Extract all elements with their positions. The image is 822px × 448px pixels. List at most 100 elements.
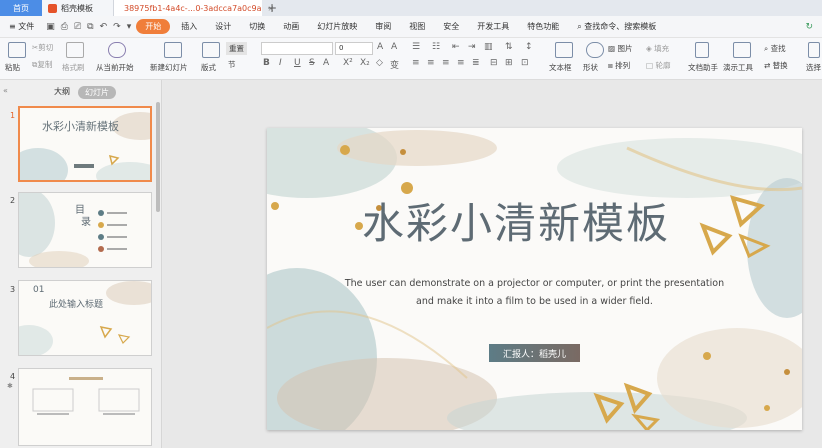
replace-button[interactable]: ⇄ 替换 <box>764 60 788 71</box>
slide-subtitle-line-2[interactable]: and make it into a film to be used in a … <box>267 296 802 307</box>
new-slide-icon[interactable] <box>164 42 182 58</box>
redo-icon[interactable]: ↷ <box>110 22 124 32</box>
print-preview-icon[interactable]: ⎙ <box>58 22 71 32</box>
slide-thumb-3[interactable]: 01 此处输入标题 <box>18 280 152 356</box>
justify-icon[interactable]: ≡ <box>457 58 465 68</box>
text-box-button[interactable]: 文本框 <box>549 62 572 73</box>
subscript-icon[interactable]: X₂ <box>360 58 370 68</box>
menu-animations[interactable]: 动画 <box>274 21 308 32</box>
layout-icon[interactable] <box>202 42 220 58</box>
layout-button[interactable]: 版式 <box>201 62 216 73</box>
doc-helper-button[interactable]: 文档助手 <box>688 62 718 73</box>
menu-design[interactable]: 设计 <box>206 21 240 32</box>
decrease-font-icon[interactable]: A <box>391 42 397 52</box>
save-icon[interactable]: ▣ <box>43 22 58 32</box>
bold-icon[interactable]: B <box>263 58 270 68</box>
distribute-icon[interactable]: ≣ <box>472 58 480 68</box>
text-box-icon[interactable] <box>555 42 573 58</box>
char-spacing-icon[interactable]: 变 <box>390 58 399 71</box>
presenter-tools-button[interactable]: 演示工具 <box>723 62 753 73</box>
select-icon[interactable] <box>808 42 820 58</box>
thumbnail-scrollbar[interactable] <box>156 102 160 212</box>
increase-font-icon[interactable]: A <box>377 42 383 52</box>
numbering-icon[interactable]: ☷ <box>432 42 440 52</box>
menu-view[interactable]: 视图 <box>400 21 434 32</box>
italic-icon[interactable]: I <box>279 58 282 68</box>
text-box-align-icon[interactable]: ⊟ <box>490 58 498 68</box>
current-slide[interactable]: 水彩小清新模板 The user can demonstrate on a pr… <box>267 128 802 430</box>
slide-thumb-4[interactable] <box>18 368 152 446</box>
find-button[interactable]: ⌕ 查找 <box>764 43 786 54</box>
print-icon[interactable]: ⎚ <box>71 22 84 32</box>
slide-title[interactable]: 水彩小清新模板 <box>362 190 702 251</box>
increase-indent-icon[interactable]: ⇥ <box>468 42 476 52</box>
sync-icon[interactable]: ↻ <box>802 22 816 32</box>
menu-home[interactable]: 开始 <box>136 19 171 34</box>
menu-security[interactable]: 安全 <box>434 21 468 32</box>
strikethrough-icon[interactable]: S <box>309 58 315 68</box>
tab-home-label: 首页 <box>13 3 29 13</box>
underline-icon[interactable]: U <box>294 58 301 68</box>
command-search[interactable]: ⌕ 查找命令、搜索模板 <box>568 21 665 32</box>
decrease-indent-icon[interactable]: ⇤ <box>452 42 460 52</box>
menu-special[interactable]: 特色功能 <box>518 21 568 32</box>
undo-icon[interactable]: ↶ <box>97 22 111 32</box>
menu-review[interactable]: 审阅 <box>366 21 400 32</box>
slide-subtitle-line-1[interactable]: The user can demonstrate on a projector … <box>267 278 802 289</box>
ribbon-toolbar: 粘贴 ✂剪切 ⧉复制 格式刷 从当前开始 新建幻灯片 版式 重置 节 0 A A… <box>0 38 822 80</box>
shape-icon[interactable] <box>586 42 604 58</box>
align-center-icon[interactable]: ≡ <box>427 58 435 68</box>
tab-docer-templates[interactable]: 稻壳模板 <box>42 0 114 16</box>
file-menu[interactable]: ≡ 文件 <box>0 21 43 32</box>
smart-art-icon[interactable]: ⊞ <box>505 58 513 68</box>
tab-active-presentation[interactable]: 38975fb1-4a4c-...0-3adcca7a0c9a × <box>114 0 274 16</box>
bullets-icon[interactable]: ☰ <box>412 42 420 52</box>
slide-thumb-1[interactable]: 水彩小清新模板 <box>18 106 152 182</box>
format-painter-icon[interactable] <box>66 42 84 58</box>
columns-icon[interactable]: ▥ <box>484 42 493 52</box>
line-spacing-icon[interactable]: ↕ <box>525 42 533 52</box>
select-button[interactable]: 选择 <box>806 62 821 73</box>
reporter-label[interactable]: 汇报人：稻壳儿 <box>489 344 580 362</box>
new-slide-button[interactable]: 新建幻灯片 <box>150 62 188 73</box>
export-pdf-icon[interactable]: ⧉ <box>84 22 96 32</box>
align-left-icon[interactable]: ≡ <box>412 58 420 68</box>
slide-thumb-2[interactable]: 目 录 <box>18 192 152 268</box>
shape-button[interactable]: 形状 <box>583 62 598 73</box>
paste-button[interactable]: 粘贴 <box>5 62 20 73</box>
font-size-select[interactable]: 0 <box>335 42 373 55</box>
menu-transitions[interactable]: 切换 <box>240 21 274 32</box>
new-tab-button[interactable]: + <box>262 0 282 16</box>
collapse-pane-icon[interactable]: « <box>3 86 8 95</box>
clear-format-icon[interactable]: ◇ <box>376 58 383 68</box>
picture-button[interactable]: ▨ 图片 <box>608 43 632 54</box>
menu-insert[interactable]: 插入 <box>172 21 206 32</box>
format-painter-button[interactable]: 格式刷 <box>62 62 85 73</box>
fill-button[interactable]: ◈ 填充 <box>646 43 669 54</box>
thumb-number-2: 2 <box>10 196 16 205</box>
arrange-button[interactable]: ⧈ 排列 <box>608 60 630 71</box>
cut-button[interactable]: ✂剪切 <box>32 42 53 53</box>
customize-icon[interactable]: ▾ <box>124 22 135 32</box>
play-from-current-icon[interactable] <box>108 42 126 58</box>
convert-icon[interactable]: ⊡ <box>521 58 529 68</box>
align-right-icon[interactable]: ≡ <box>442 58 450 68</box>
menu-slideshow[interactable]: 幻灯片放映 <box>308 21 366 32</box>
tab-slides[interactable]: 幻灯片 <box>78 86 116 99</box>
tab-home[interactable]: 首页 <box>0 0 42 16</box>
doc-helper-icon[interactable] <box>695 42 709 58</box>
superscript-icon[interactable]: X² <box>343 58 353 68</box>
play-from-current-button[interactable]: 从当前开始 <box>96 62 134 73</box>
menu-developer[interactable]: 开发工具 <box>468 21 518 32</box>
copy-button[interactable]: ⧉复制 <box>32 59 52 70</box>
font-color-icon[interactable]: A <box>323 58 329 68</box>
presenter-tools-icon[interactable] <box>733 42 751 58</box>
section-button[interactable]: 节 <box>228 59 236 70</box>
reset-button[interactable]: 重置 <box>226 42 247 55</box>
slide-editing-canvas[interactable]: 水彩小清新模板 The user can demonstrate on a pr… <box>163 80 822 448</box>
outline-button[interactable]: □ 轮廓 <box>646 60 670 71</box>
paste-icon[interactable] <box>8 42 26 58</box>
font-name-select[interactable] <box>261 42 333 55</box>
text-direction-icon[interactable]: ⇅ <box>505 42 513 52</box>
tab-outline[interactable]: 大纲 <box>54 86 70 97</box>
